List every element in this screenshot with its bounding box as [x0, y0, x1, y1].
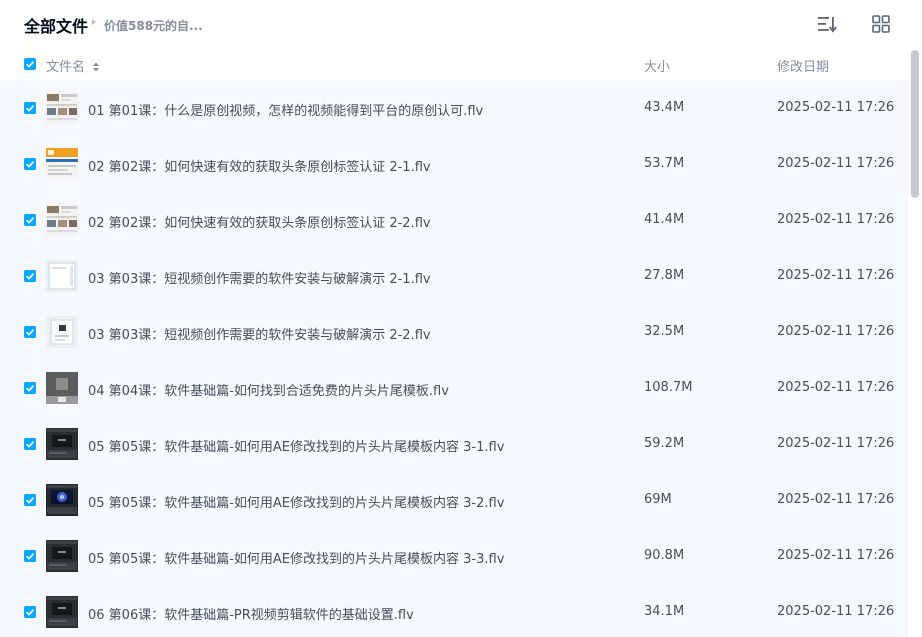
file-row[interactable]: 04 第04课：软件基础篇-如何找到合适免费的片头片尾模板.flv 108.7M 2…	[0, 360, 908, 416]
file-modified-date: 2025-02-11 17:26	[777, 156, 895, 171]
file-modified-date: 2025-02-11 17:26	[777, 604, 895, 619]
file-list: 01 第01课：什么是原创视频，怎样的视频能得到平台的原创认可.flv 43.4M…	[0, 80, 908, 637]
video-thumbnail[interactable]	[46, 372, 78, 404]
file-row[interactable]: 03 第03课：短视频创作需要的软件安装与破解演示 2-1.flv 27.8M 20…	[0, 248, 908, 304]
column-header-name[interactable]: 文件名	[46, 56, 85, 75]
file-name[interactable]: 02 第02课：如何快速有效的获取头条原创标签认证 2-1.flv	[88, 156, 431, 175]
file-name[interactable]: 01 第01课：什么是原创视频，怎样的视频能得到平台的原创认可.flv	[88, 100, 483, 119]
breadcrumb-separator-icon	[92, 19, 96, 25]
file-row[interactable]: 05 第05课：软件基础篇-如何用AE修改找到的片头片尾模板内容 3-1.flv…	[0, 416, 908, 472]
file-checkbox[interactable]	[24, 382, 36, 394]
file-modified-date: 2025-02-11 17:26	[777, 436, 895, 451]
video-thumbnail[interactable]	[46, 428, 78, 460]
breadcrumb-current-folder[interactable]: 价值588元的自...	[104, 17, 203, 34]
file-name[interactable]: 05 第05课：软件基础篇-如何用AE修改找到的片头片尾模板内容 3-3.flv	[88, 548, 504, 567]
file-size: 34.1M	[644, 604, 685, 619]
file-name[interactable]: 02 第02课：如何快速有效的获取头条原创标签认证 2-2.flv	[88, 212, 431, 231]
file-row[interactable]: 05 第05课：软件基础篇-如何用AE修改找到的片头片尾模板内容 3-2.flv…	[0, 472, 908, 528]
file-size: 27.8M	[644, 268, 685, 283]
video-thumbnail[interactable]	[46, 540, 78, 572]
page-header: 全部文件 价值588元的自...	[0, 0, 908, 48]
file-size: 69M	[644, 492, 672, 507]
sort-lines-icon[interactable]	[817, 15, 837, 33]
video-thumbnail[interactable]	[46, 484, 78, 516]
file-name[interactable]: 03 第03课：短视频创作需要的软件安装与破解演示 2-1.flv	[88, 268, 431, 287]
file-size: 53.7M	[644, 156, 685, 171]
file-size: 43.4M	[644, 100, 685, 115]
file-name[interactable]: 05 第05课：软件基础篇-如何用AE修改找到的片头片尾模板内容 3-2.flv	[88, 492, 504, 511]
grid-view-icon[interactable]	[872, 15, 890, 33]
file-modified-date: 2025-02-11 17:26	[777, 268, 895, 283]
file-row[interactable]: 03 第03课：短视频创作需要的软件安装与破解演示 2-2.flv 32.5M 20…	[0, 304, 908, 360]
sort-arrows-icon[interactable]	[92, 58, 100, 72]
video-thumbnail[interactable]	[46, 92, 78, 124]
file-modified-date: 2025-02-11 17:26	[777, 212, 895, 227]
file-name[interactable]: 03 第03课：短视频创作需要的软件安装与破解演示 2-2.flv	[88, 324, 431, 343]
file-name[interactable]: 06 第06课：软件基础篇-PR视频剪辑软件的基础设置.flv	[88, 604, 414, 623]
file-size: 59.2M	[644, 436, 685, 451]
file-checkbox[interactable]	[24, 550, 36, 562]
file-checkbox[interactable]	[24, 102, 36, 114]
scrollbar-thumb[interactable]	[911, 50, 919, 198]
select-all-checkbox[interactable]	[24, 58, 36, 70]
file-modified-date: 2025-02-11 17:26	[777, 324, 895, 339]
video-thumbnail[interactable]	[46, 596, 78, 628]
file-modified-date: 2025-02-11 17:26	[777, 100, 895, 115]
file-checkbox[interactable]	[24, 438, 36, 450]
file-size: 32.5M	[644, 324, 685, 339]
file-checkbox[interactable]	[24, 494, 36, 506]
file-modified-date: 2025-02-11 17:26	[777, 548, 895, 563]
file-row[interactable]: 02 第02课：如何快速有效的获取头条原创标签认证 2-1.flv 53.7M 20…	[0, 136, 908, 192]
file-modified-date: 2025-02-11 17:26	[777, 380, 895, 395]
file-modified-date: 2025-02-11 17:26	[777, 492, 895, 507]
video-thumbnail[interactable]	[46, 204, 78, 236]
file-name[interactable]: 04 第04课：软件基础篇-如何找到合适免费的片头片尾模板.flv	[88, 380, 449, 399]
page-title[interactable]: 全部文件	[24, 13, 88, 37]
column-header-modified[interactable]: 修改日期	[777, 56, 829, 75]
video-thumbnail[interactable]	[46, 260, 78, 292]
file-size: 108.7M	[644, 380, 693, 395]
file-list-header: 文件名 大小 修改日期	[0, 48, 908, 80]
column-header-size[interactable]: 大小	[644, 56, 670, 75]
file-size: 41.4M	[644, 212, 685, 227]
video-thumbnail[interactable]	[46, 316, 78, 348]
file-checkbox[interactable]	[24, 606, 36, 618]
video-thumbnail[interactable]	[46, 148, 78, 180]
file-row[interactable]: 02 第02课：如何快速有效的获取头条原创标签认证 2-2.flv 41.4M 20…	[0, 192, 908, 248]
file-row[interactable]: 05 第05课：软件基础篇-如何用AE修改找到的片头片尾模板内容 3-3.flv…	[0, 528, 908, 584]
file-checkbox[interactable]	[24, 214, 36, 226]
file-row[interactable]: 06 第06课：软件基础篇-PR视频剪辑软件的基础设置.flv 34.1M 2025…	[0, 584, 908, 637]
file-name[interactable]: 05 第05课：软件基础篇-如何用AE修改找到的片头片尾模板内容 3-1.flv	[88, 436, 504, 455]
file-checkbox[interactable]	[24, 326, 36, 338]
file-checkbox[interactable]	[24, 158, 36, 170]
file-row[interactable]: 01 第01课：什么是原创视频，怎样的视频能得到平台的原创认可.flv 43.4M…	[0, 80, 908, 136]
file-checkbox[interactable]	[24, 270, 36, 282]
file-size: 90.8M	[644, 548, 685, 563]
